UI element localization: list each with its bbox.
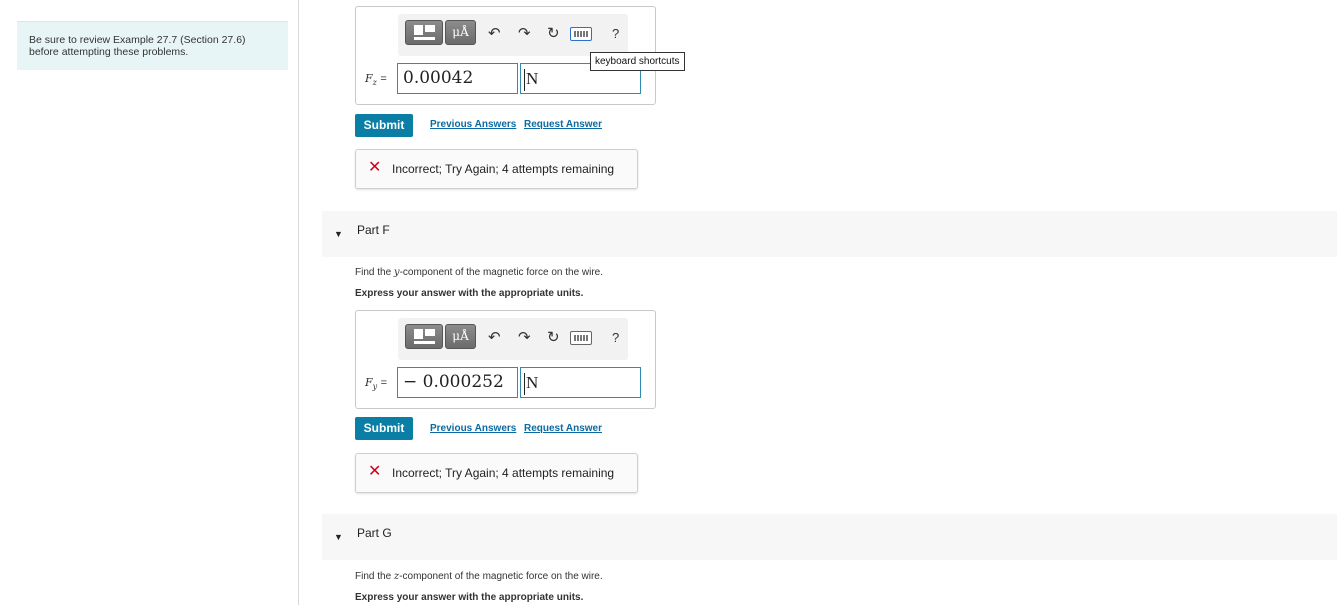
units-button[interactable]: μÅ [445,324,476,349]
part-f-question: Find the y-component of the magnetic for… [355,267,603,278]
fz-unit: N [526,69,539,88]
collapse-triangle-icon[interactable]: ▼ [334,532,343,542]
keyboard-icon[interactable] [570,27,592,41]
part-f-header[interactable]: ▼ Part F [322,211,1337,257]
keyboard-shortcuts-tooltip: keyboard shortcuts [590,52,685,71]
templates-button[interactable] [405,20,443,45]
q-post: -component of the magnetic force on the … [399,571,603,582]
math-toolbar: μÅ ↶ ↷ ↻ ? [398,318,628,360]
fz-value-input[interactable]: 0.00042 [397,63,518,94]
q-post: -component of the magnetic force on the … [399,267,604,278]
reset-icon[interactable]: ↻ [547,330,560,346]
template-icon-part [425,25,435,32]
incorrect-icon: ✕ [368,159,382,176]
hint-line-2: before attempting these problems. [29,46,189,58]
part-f-feedback: ✕ Incorrect; Try Again; 4 attempts remai… [355,453,638,493]
keyboard-icon[interactable] [570,331,592,345]
undo-icon[interactable]: ↶ [488,26,501,42]
help-icon[interactable]: ? [612,330,619,345]
part-f-title: Part F [357,223,390,237]
hint-line-1: Be sure to review Example 27.7 (Section … [29,34,246,46]
feedback-message: Incorrect; Try Again; 4 attempts remaini… [392,466,615,480]
fy-sub: y [372,382,378,392]
page: Be sure to review Example 27.7 (Section … [0,0,1337,605]
fz-symbol: F [365,72,373,85]
part-g-header[interactable]: ▼ Part G [322,514,1337,560]
help-icon[interactable]: ? [612,26,619,41]
template-icon [414,25,423,35]
fz-label: Fz = [365,72,387,87]
redo-icon[interactable]: ↷ [518,26,531,42]
part-f-submit-button[interactable]: Submit [355,417,413,440]
math-toolbar: μÅ ↶ ↷ ↻ ? [398,14,628,56]
template-icon-bar [414,37,435,40]
fy-equals: = [380,377,388,389]
part-f-request-answer-link[interactable]: Request Answer [524,423,602,434]
units-button[interactable]: μÅ [445,20,476,45]
main-content: μÅ ↶ ↷ ↻ ? Fz = 0.00042 N keyboard short… [300,0,1337,605]
q-pre: Find the [355,267,394,278]
fy-label: Fy = [365,376,387,391]
undo-icon[interactable]: ↶ [488,330,501,346]
template-icon-bar [414,341,435,344]
template-icon-part [425,329,435,336]
text-caret [524,69,525,92]
part-g-instruction: Express your answer with the appropriate… [355,592,584,603]
text-caret [524,373,525,396]
sidebar: Be sure to review Example 27.7 (Section … [0,0,299,605]
part-f-instruction: Express your answer with the appropriate… [355,288,584,299]
fy-symbol: F [365,376,373,389]
fz-equals: = [380,73,387,85]
part-e-feedback: ✕ Incorrect; Try Again; 4 attempts remai… [355,149,638,189]
part-e-request-answer-link[interactable]: Request Answer [524,119,602,130]
fy-unit-input[interactable]: N [520,367,641,398]
part-g-question: Find the z-component of the magnetic for… [355,571,603,582]
q-pre: Find the [355,571,394,582]
collapse-triangle-icon[interactable]: ▼ [334,229,343,239]
part-e-previous-answers-link[interactable]: Previous Answers [430,119,516,130]
fy-unit: N [526,373,539,392]
fz-sub: z [372,78,377,88]
feedback-message: Incorrect; Try Again; 4 attempts remaini… [392,162,615,176]
part-e-submit-button[interactable]: Submit [355,114,413,137]
part-f-previous-answers-link[interactable]: Previous Answers [430,423,516,434]
template-icon [414,329,423,339]
fy-value-input[interactable]: − 0.000252 [397,367,518,398]
incorrect-icon: ✕ [368,463,382,480]
part-f-answer-box: μÅ ↶ ↷ ↻ ? Fy = − 0.000252 N [355,310,656,409]
part-g-title: Part G [357,526,392,540]
redo-icon[interactable]: ↷ [518,330,531,346]
reset-icon[interactable]: ↻ [547,26,560,42]
review-hint: Be sure to review Example 27.7 (Section … [17,21,288,70]
templates-button[interactable] [405,324,443,349]
